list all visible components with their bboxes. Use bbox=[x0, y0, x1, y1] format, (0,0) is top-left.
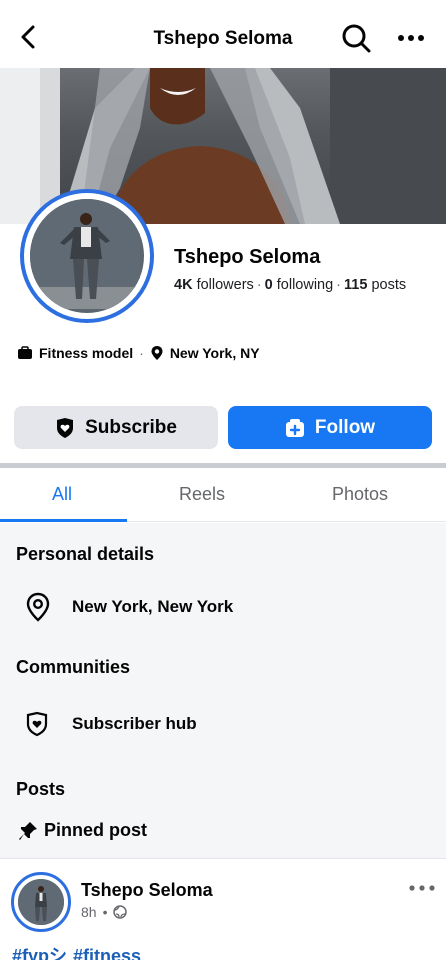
search-icon[interactable] bbox=[340, 22, 372, 54]
followers-label[interactable]: followers bbox=[197, 277, 254, 293]
tab-photos[interactable]: Photos bbox=[332, 484, 388, 505]
follow-button[interactable]: Follow bbox=[228, 406, 432, 449]
follow-label: Follow bbox=[314, 416, 376, 438]
personal-location[interactable]: New York, New York bbox=[72, 597, 233, 617]
subscriber-hub-icon bbox=[26, 711, 48, 737]
top-bar: Tshepo Seloma bbox=[0, 0, 446, 68]
followers-count: 4K bbox=[174, 277, 193, 293]
post-more-icon[interactable] bbox=[408, 880, 436, 896]
profile-name: Tshepo Seloma bbox=[174, 246, 321, 268]
tab-reels[interactable]: Reels bbox=[179, 484, 225, 505]
location-pin-icon bbox=[26, 592, 50, 622]
more-horizontal-icon[interactable] bbox=[396, 26, 426, 50]
subscribe-label: Subscribe bbox=[85, 416, 177, 438]
follow-icon bbox=[285, 418, 304, 437]
hashtag-link[interactable]: #fitness bbox=[73, 946, 141, 960]
post-divider bbox=[0, 858, 446, 859]
separator-dot: · bbox=[336, 277, 342, 293]
subscribe-shield-icon bbox=[57, 417, 74, 438]
globe-icon bbox=[113, 905, 128, 919]
about-section bbox=[0, 523, 446, 858]
following-count: 0 bbox=[264, 277, 273, 293]
active-tab-indicator bbox=[0, 519, 127, 522]
location-pin-icon bbox=[151, 346, 163, 360]
post-author-avatar[interactable] bbox=[11, 872, 71, 932]
separator-dot: · bbox=[139, 345, 144, 361]
pin-icon bbox=[19, 821, 37, 840]
hashtag-link[interactable]: #fypシ bbox=[12, 946, 67, 960]
post-hashtags: #fypシ #fitness bbox=[12, 942, 147, 960]
briefcase-icon bbox=[18, 346, 32, 359]
tab-all[interactable]: All bbox=[52, 484, 72, 505]
personal-details-heading: Personal details bbox=[16, 544, 155, 564]
posts-count: 115 bbox=[344, 277, 368, 293]
profile-meta: Fitness model · New York, NY bbox=[17, 345, 260, 361]
profile-stats: 4K followers · 0 following · 115 posts bbox=[174, 277, 406, 293]
subscriber-hub-link[interactable]: Subscriber hub bbox=[72, 714, 197, 734]
post-avatar-image bbox=[18, 879, 64, 925]
posts-label: posts bbox=[371, 277, 407, 293]
separator-dot: · bbox=[256, 277, 262, 293]
posts-heading: Posts bbox=[16, 779, 66, 799]
pinned-post-label: Pinned post bbox=[18, 820, 147, 841]
post-author-name[interactable]: Tshepo Seloma bbox=[81, 880, 213, 901]
category-text: Fitness model bbox=[39, 345, 134, 361]
communities-heading: Communities bbox=[16, 657, 131, 677]
subscribe-button[interactable]: Subscribe bbox=[14, 406, 218, 449]
page-title: Tshepo Seloma bbox=[153, 28, 293, 49]
avatar-image bbox=[30, 199, 140, 309]
pinned-post-text: Pinned post bbox=[44, 820, 147, 840]
following-label[interactable]: following bbox=[277, 277, 333, 293]
location-text: New York, NY bbox=[169, 345, 260, 361]
post-meta: 8h • bbox=[81, 904, 128, 920]
profile-avatar[interactable] bbox=[20, 189, 154, 323]
separator-dot: • bbox=[102, 904, 108, 920]
profile-tabs: All Reels Photos bbox=[0, 468, 446, 522]
post-time[interactable]: 8h bbox=[81, 904, 97, 920]
